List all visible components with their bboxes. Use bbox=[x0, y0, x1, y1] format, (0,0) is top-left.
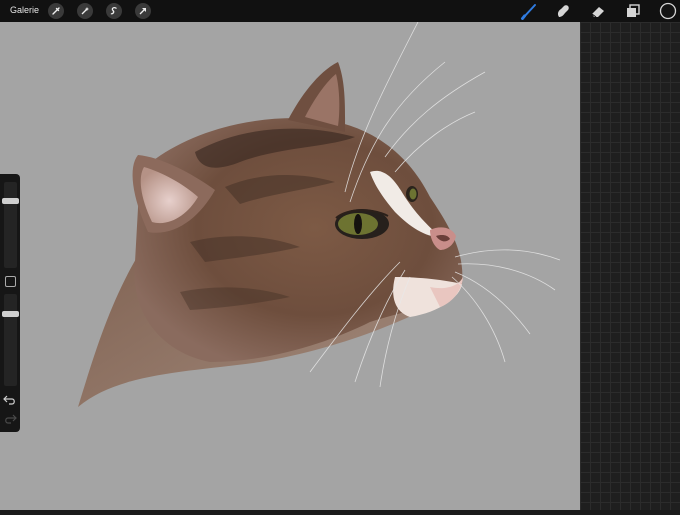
smudge-icon[interactable] bbox=[554, 2, 572, 20]
brush-icon[interactable] bbox=[520, 2, 538, 20]
brush-size-thumb[interactable] bbox=[2, 198, 19, 204]
modify-square-icon[interactable] bbox=[5, 276, 16, 287]
layer-panel bbox=[580, 22, 680, 510]
brush-size-slider[interactable] bbox=[2, 182, 19, 268]
eraser-icon[interactable] bbox=[589, 2, 607, 20]
opacity-slider[interactable] bbox=[2, 294, 19, 386]
layers-icon[interactable] bbox=[624, 2, 642, 20]
redo-icon[interactable] bbox=[3, 412, 17, 424]
selection-icon[interactable] bbox=[106, 3, 122, 19]
gallery-button[interactable]: Galerie bbox=[10, 5, 39, 15]
transform-arrow-icon[interactable] bbox=[135, 3, 151, 19]
magic-wand-icon[interactable] bbox=[77, 3, 93, 19]
wrench-icon[interactable] bbox=[48, 3, 64, 19]
left-sidebar bbox=[0, 174, 20, 432]
undo-icon[interactable] bbox=[3, 393, 17, 405]
drawing-canvas[interactable] bbox=[0, 21, 580, 510]
top-toolbar: Galerie bbox=[0, 0, 680, 22]
cat-painting bbox=[78, 21, 561, 407]
opacity-thumb[interactable] bbox=[2, 311, 19, 317]
color-swatch-icon[interactable] bbox=[659, 2, 677, 20]
